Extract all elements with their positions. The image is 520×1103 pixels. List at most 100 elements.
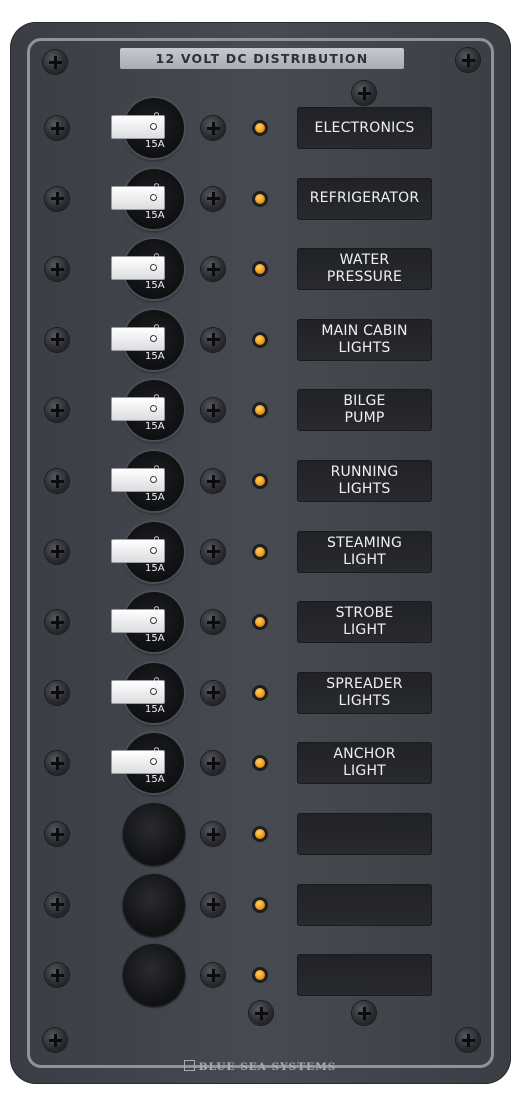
circuit-label: ELECTRONICS	[314, 119, 415, 136]
brand-logo-icon	[183, 1060, 195, 1071]
screw-icon	[45, 892, 69, 917]
indicator-led	[252, 261, 268, 278]
screw-icon	[45, 963, 69, 988]
circuit-row	[0, 799, 520, 869]
circuit-row	[0, 870, 520, 940]
blank-breaker-plug	[123, 873, 185, 936]
screw-icon	[45, 469, 69, 493]
indicator-led	[252, 543, 268, 560]
circuit-row: OFF 15A ANCHOR LIGHT	[0, 728, 520, 798]
screw-icon	[45, 610, 69, 635]
indicator-led	[252, 402, 268, 419]
screw-icon	[45, 822, 69, 846]
breaker-state-label: OFF	[152, 253, 160, 268]
screw-icon	[201, 963, 225, 988]
circuit-label-plate: BILGE PUMP	[297, 389, 432, 432]
circuit-label: MAIN CABIN LIGHTS	[321, 322, 408, 356]
circuit-row: OFF 15A STROBE LIGHT	[0, 587, 520, 657]
screw-icon	[45, 680, 69, 705]
circuit-label-plate: ELECTRONICS	[297, 107, 432, 149]
screw-icon	[201, 610, 225, 635]
screw-icon	[201, 469, 225, 493]
indicator-led	[252, 331, 268, 348]
circuit-row: OFF 15A REFRIGERATOR	[0, 164, 520, 234]
indicator-led	[252, 684, 268, 701]
circuit-label-plate	[297, 954, 432, 997]
screw-icon	[201, 892, 225, 917]
circuit-row: OFF 15A RUNNING LIGHTS	[0, 446, 520, 516]
screw-icon	[45, 116, 69, 140]
circuit-label-plate: MAIN CABIN LIGHTS	[297, 318, 432, 361]
circuit-label: STEAMING LIGHT	[327, 534, 402, 568]
screw-icon	[201, 822, 225, 846]
circuit-row: OFF 15A STEAMING LIGHT	[0, 517, 520, 587]
breaker-amp-rating: 15A	[145, 350, 165, 362]
circuit-row: OFF 15A WATER PRESSURE	[0, 234, 520, 304]
breaker-amp-rating: 15A	[145, 633, 165, 645]
screw-icon	[201, 186, 225, 211]
screw-icon	[201, 539, 225, 564]
indicator-led	[252, 473, 268, 489]
corner-screw-icon	[43, 50, 67, 74]
corner-screw-icon	[456, 1028, 480, 1052]
breaker-state-label: OFF	[152, 535, 160, 551]
indicator-led	[252, 614, 268, 631]
screw-icon	[45, 327, 69, 352]
circuit-label: SPREADER LIGHTS	[326, 675, 403, 709]
breaker-amp-rating: 15A	[145, 209, 165, 221]
circuit-label: WATER PRESSURE	[326, 252, 403, 286]
breaker-amp-rating: 15A	[145, 280, 165, 292]
breaker-state-label: OFF	[152, 112, 160, 127]
screw-icon	[45, 539, 69, 564]
circuit-label: RUNNING LIGHTS	[330, 464, 399, 497]
indicator-led	[252, 826, 268, 842]
blank-breaker-plug	[123, 803, 185, 865]
breaker-amp-rating: 15A	[145, 139, 165, 150]
breaker-amp-rating: 15A	[145, 703, 165, 715]
circuit-label: ANCHOR LIGHT	[333, 746, 396, 780]
circuit-label: REFRIGERATOR	[309, 190, 420, 207]
breaker-state-label: OFF	[152, 606, 160, 621]
screw-icon	[201, 680, 225, 705]
breaker-amp-rating: 15A	[145, 421, 165, 433]
screw-icon	[201, 116, 225, 140]
circuit-label: BILGE PUMP	[343, 393, 386, 427]
breaker-state-label: OFF	[152, 747, 160, 762]
screw-icon	[45, 751, 69, 776]
circuit-label-plate: ANCHOR LIGHT	[297, 742, 432, 785]
breaker-state-label: OFF	[152, 676, 160, 692]
breaker-state-label: OFF	[152, 465, 160, 480]
brand-name: BLUE SEA SYSTEMS	[198, 1061, 337, 1073]
circuit-label-plate: STROBE LIGHT	[297, 601, 432, 644]
circuit-label-plate	[297, 883, 432, 926]
indicator-led	[252, 120, 268, 136]
circuit-label-plate: STEAMING LIGHT	[297, 530, 432, 573]
panel-title: 12 VOLT DC DISTRIBUTION	[120, 48, 404, 69]
circuit-row: OFF 15A BILGE PUMP	[0, 375, 520, 445]
indicator-led	[252, 190, 268, 207]
breaker-state-label: OFF	[152, 182, 160, 198]
indicator-led	[252, 755, 268, 772]
screw-icon	[201, 751, 225, 776]
circuit-label-plate: REFRIGERATOR	[297, 177, 432, 220]
screw-icon	[45, 398, 69, 423]
circuit-label-plate	[297, 813, 432, 855]
circuit-label-plate: RUNNING LIGHTS	[297, 460, 432, 502]
screw-icon	[45, 186, 69, 211]
breaker-amp-rating: 15A	[145, 562, 165, 574]
breaker-amp-rating: 15A	[145, 774, 165, 786]
breaker-amp-rating: 15A	[145, 492, 165, 503]
corner-screw-icon	[43, 1028, 67, 1052]
indicator-led	[252, 967, 268, 984]
circuit-row	[0, 940, 520, 1010]
screw-icon	[201, 257, 225, 282]
breaker-state-label: OFF	[152, 394, 160, 409]
circuit-label: STROBE LIGHT	[335, 605, 394, 639]
blank-breaker-plug	[123, 944, 185, 1007]
circuit-label-plate: WATER PRESSURE	[297, 248, 432, 291]
corner-screw-icon	[456, 48, 480, 72]
screw-icon	[201, 398, 225, 423]
screw-icon	[201, 327, 225, 352]
circuit-row: OFF 15A MAIN CABIN LIGHTS	[0, 305, 520, 375]
indicator-led	[252, 896, 268, 913]
